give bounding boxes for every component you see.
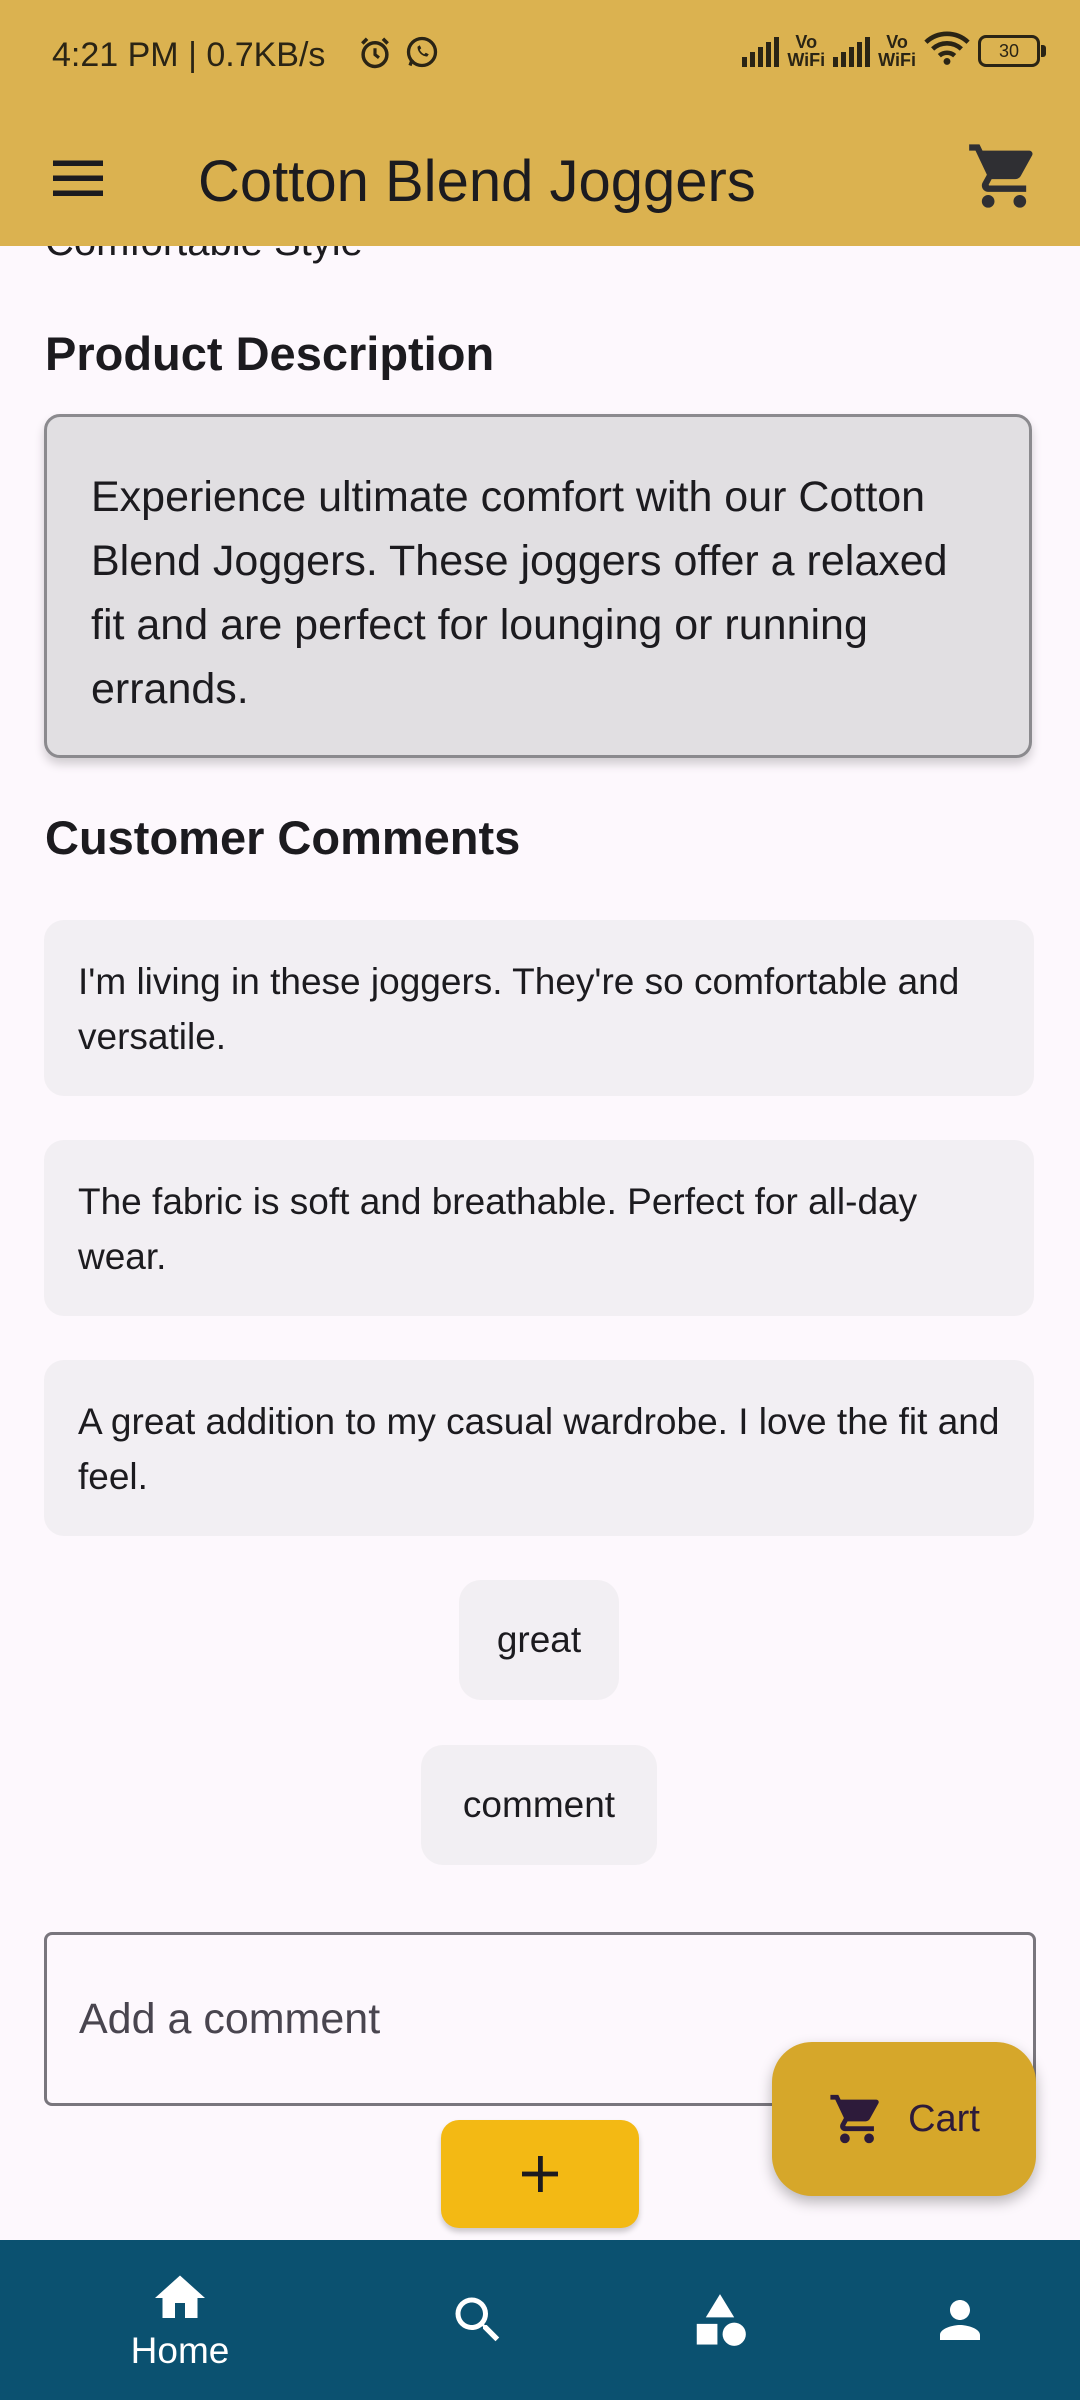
nav-home-label: Home bbox=[130, 2330, 230, 2371]
categories-icon bbox=[696, 2294, 746, 2346]
cart-button[interactable] bbox=[966, 138, 1042, 214]
home-icon bbox=[155, 2275, 205, 2318]
description-heading: Product Description bbox=[45, 327, 495, 380]
cart-icon bbox=[830, 2094, 879, 2144]
nav-categories[interactable] bbox=[620, 2240, 820, 2400]
add-comment-button[interactable] bbox=[441, 2120, 639, 2228]
signal-icon bbox=[742, 35, 780, 67]
status-icons-right: Vo WiFi Vo WiFi 30 bbox=[742, 30, 1046, 71]
app-bar: Cotton Blend Joggers bbox=[0, 116, 1080, 246]
alarm-icon bbox=[356, 34, 394, 77]
chip-great[interactable]: great bbox=[459, 1580, 619, 1700]
comments-heading: Customer Comments bbox=[45, 811, 521, 864]
whatsapp-icon bbox=[404, 34, 440, 77]
nav-home[interactable]: Home bbox=[80, 2240, 280, 2400]
page-title: Cotton Blend Joggers bbox=[198, 149, 756, 214]
comment-text: The fabric is soft and breathable. Perfe… bbox=[78, 1181, 918, 1277]
comment-text: I'm living in these joggers. They're so … bbox=[78, 961, 960, 1057]
status-time: 4:21 PM | 0.7KB/s bbox=[52, 36, 326, 74]
cart-fab-label: Cart bbox=[908, 2097, 980, 2140]
nav-profile[interactable] bbox=[860, 2240, 1060, 2400]
status-icons-left bbox=[356, 34, 440, 77]
description-text: Experience ultimate comfort with our Cot… bbox=[91, 473, 948, 713]
cart-fab[interactable]: Cart bbox=[772, 2042, 1036, 2196]
bottom-nav: Home bbox=[0, 2240, 1080, 2400]
comment-text: A great addition to my casual wardrobe. … bbox=[78, 1401, 1000, 1497]
comment-card: The fabric is soft and breathable. Perfe… bbox=[44, 1140, 1034, 1316]
cart-icon bbox=[969, 144, 1033, 208]
vowifi-icon: Vo WiFi bbox=[787, 31, 826, 70]
comment-card: A great addition to my casual wardrobe. … bbox=[44, 1360, 1034, 1536]
menu-icon bbox=[53, 160, 103, 196]
description-card: Experience ultimate comfort with our Cot… bbox=[44, 414, 1032, 758]
plus-icon bbox=[522, 2156, 558, 2192]
status-bar: 4:21 PM | 0.7KB/s Vo WiFi Vo WiFi 30 bbox=[0, 0, 1080, 116]
profile-icon bbox=[940, 2300, 980, 2340]
signal-icon bbox=[833, 35, 871, 67]
wifi-icon bbox=[924, 30, 970, 71]
search-icon bbox=[455, 2297, 500, 2342]
battery-icon: 30 bbox=[978, 34, 1046, 67]
chip-comment[interactable]: comment bbox=[421, 1745, 657, 1865]
comment-card: I'm living in these joggers. They're so … bbox=[44, 920, 1034, 1096]
menu-button[interactable] bbox=[48, 148, 108, 208]
vowifi-icon: Vo WiFi bbox=[878, 31, 916, 70]
nav-search[interactable] bbox=[378, 2240, 578, 2400]
